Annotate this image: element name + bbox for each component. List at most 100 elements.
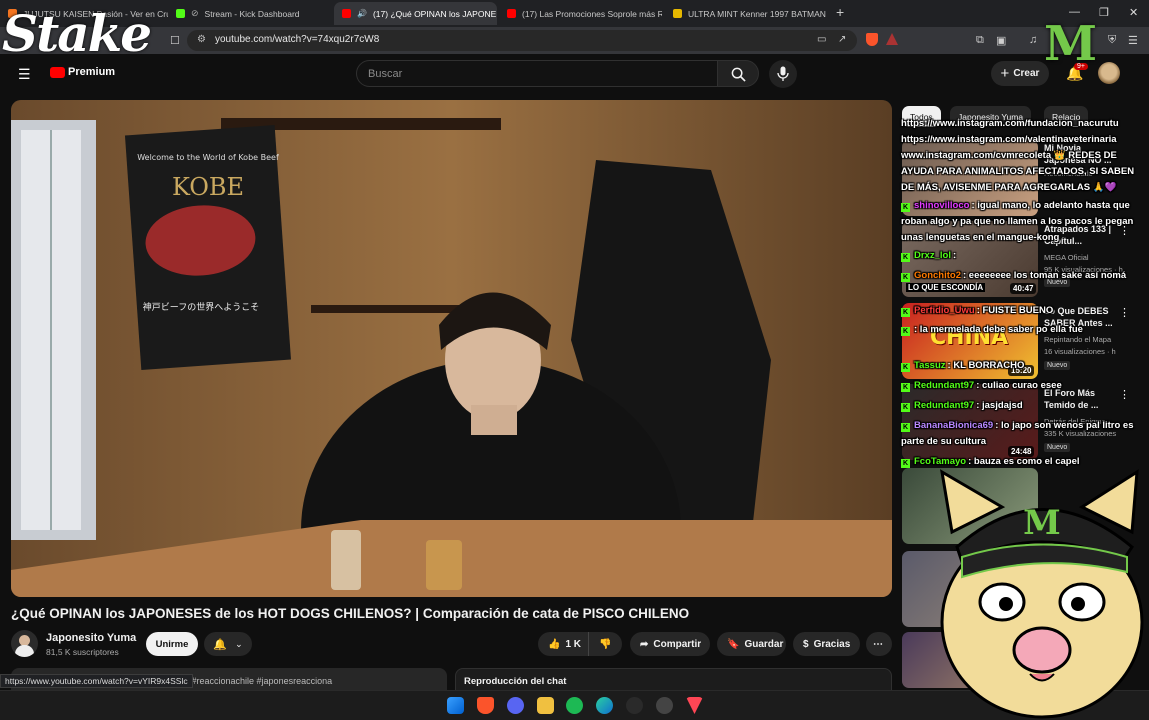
monster-energy-logo: M: [1044, 16, 1098, 72]
join-button[interactable]: Unirme: [146, 632, 198, 656]
brave-browser-icon[interactable]: [477, 697, 494, 714]
audio-icon: 🔊: [357, 9, 367, 18]
search-input[interactable]: Buscar: [356, 60, 718, 87]
chat-message: K Tassuz: KL BORRACHO: [901, 358, 1149, 374]
new-tab-button[interactable]: +: [836, 4, 844, 20]
save-label: Guardar: [744, 638, 784, 650]
sidebar-icon[interactable]: ▣: [996, 34, 1006, 47]
channel-avatar[interactable]: [11, 630, 38, 657]
tab-title: (17) Las Promociones Soprole más R: [522, 8, 662, 19]
plus-icon: +: [1000, 65, 1010, 82]
browser-tab-5[interactable]: ULTRA MINT Kenner 1997 BATMAN: [665, 2, 828, 25]
brave-rewards-icon[interactable]: [886, 33, 898, 45]
video-player[interactable]: Welcome to the World of Kobe Beef KOBE 神…: [11, 100, 892, 597]
kick-badge-icon: K: [901, 253, 910, 262]
create-label: Crear: [1013, 68, 1040, 79]
file-explorer-icon[interactable]: [537, 697, 554, 714]
menu-icon[interactable]: ☰: [1128, 34, 1138, 47]
user-avatar[interactable]: [1098, 62, 1120, 84]
chat-username: Drxz_lol: [914, 250, 951, 261]
mute-icon: ⊘: [191, 8, 199, 18]
valorant-icon[interactable]: [686, 697, 703, 714]
cat-mascot-overlay: M: [939, 469, 1144, 719]
vpn-icon[interactable]: ⛨: [1108, 34, 1116, 47]
channel-name[interactable]: Japonesito Yuma: [46, 632, 136, 644]
kick-badge-icon: K: [901, 363, 910, 372]
browser-tab-4[interactable]: (17) Las Promociones Soprole más R: [499, 2, 662, 25]
like-button[interactable]: 👍 1 K: [538, 632, 588, 656]
share-label: Compartir: [653, 638, 702, 650]
bookmark-icon[interactable]: ☐: [170, 34, 180, 47]
close-window-icon[interactable]: ✕: [1129, 6, 1138, 19]
video-frame: Welcome to the World of Kobe Beef KOBE 神…: [11, 100, 892, 597]
save-button[interactable]: 🔖 Guardar: [717, 632, 786, 656]
brave-shield-icon[interactable]: [866, 33, 878, 46]
chat-username: Redundant97: [914, 400, 975, 411]
cast-icon[interactable]: ▭: [817, 34, 826, 45]
recommendation-views: 16 visualizaciones · h: [1044, 347, 1116, 356]
steam-icon[interactable]: [656, 697, 673, 714]
thanks-icon: $: [803, 638, 809, 650]
chevron-down-icon: ⌄: [235, 638, 243, 649]
chat-message: https://www.instagram.com/fundacion_nacu…: [901, 116, 1149, 196]
dislike-button[interactable]: 👎: [588, 632, 622, 656]
address-bar[interactable]: ⚙ youtube.com/watch?v=74xqu2r7cW8 ▭ ↗: [187, 30, 857, 51]
share-page-icon[interactable]: ↗: [838, 34, 846, 45]
tab-title: Stream - Kick Dashboard: [204, 8, 300, 19]
media-icon[interactable]: ♫: [1029, 34, 1037, 46]
share-button[interactable]: ➦ Compartir: [630, 632, 710, 656]
chat-username: shinovilloco: [914, 200, 970, 211]
description-hashtags[interactable]: ile #reaccionachile #japonesreacciona: [180, 676, 332, 686]
like-count: 1 K: [565, 638, 582, 650]
chat-text: : jasjdajsd: [976, 400, 1023, 411]
chat-username: Gonchito2: [914, 270, 961, 281]
site-info-icon[interactable]: ⚙: [197, 34, 206, 45]
chat-message: K Gonchito2: eeeeeeee los toman sake así …: [901, 268, 1149, 284]
windows-start-icon[interactable]: [447, 697, 464, 714]
chat-username: Redundant97: [914, 380, 975, 391]
voice-search-button[interactable]: [769, 60, 797, 88]
store-favicon-icon: [673, 9, 682, 18]
share-icon: ➦: [640, 638, 649, 650]
discord-icon[interactable]: [507, 697, 524, 714]
youtube-premium-logo[interactable]: Premium: [50, 66, 115, 78]
chat-message: Kshinovilloco: igual mano, lo adelanto h…: [901, 198, 1149, 246]
maximize-icon[interactable]: ❐: [1099, 6, 1109, 19]
chat-replay-label[interactable]: Reproducción del chat: [464, 676, 566, 687]
search-button[interactable]: [717, 60, 759, 87]
chat-message: K BananaBionica69: lo japo son wenos pal …: [901, 418, 1149, 450]
spotify-icon[interactable]: [566, 697, 583, 714]
notification-settings-button[interactable]: 🔔 ⌄: [204, 632, 252, 656]
poster-kobe-text: KOBE: [172, 173, 244, 201]
search-placeholder: Buscar: [368, 68, 403, 80]
browser-tab-3[interactable]: 🔊 (17) ¿Qué OPINAN los JAPONE ✕: [334, 2, 497, 25]
thanks-button[interactable]: $ Gracias: [793, 632, 860, 656]
browser-tab-bar: JUJUTSU KAISEN Pasión - Ver en Cru ⊘ Str…: [0, 0, 1149, 27]
chat-message: K Redundant97: jasjdajsd: [901, 398, 1149, 414]
thumbnail-caption: LO QUE ESCONDÍA: [906, 283, 986, 292]
video-title: ¿Qué OPINAN los JAPONESES de los HOT DOG…: [11, 606, 690, 621]
browser-tab-2[interactable]: ⊘ Stream - Kick Dashboard: [168, 2, 333, 25]
edge-icon[interactable]: [596, 697, 613, 714]
chat-text: : la mermelada debe saber po ella fue: [914, 324, 1083, 335]
thanks-label: Gracias: [813, 638, 851, 650]
obs-icon[interactable]: [626, 697, 643, 714]
kick-badge-icon: K: [901, 308, 910, 317]
chat-username: BananaBionica69: [914, 420, 994, 431]
poster-japanese-text: 神戸ビーフの世界へようこそ: [143, 301, 259, 313]
extensions-icon[interactable]: ⧉: [976, 34, 984, 47]
subscriber-count: 81,5 K suscriptores: [46, 647, 119, 657]
microphone-icon: [777, 66, 789, 81]
status-bar-url: https://www.youtube.com/watch?v=vYIR9x4S…: [0, 674, 193, 688]
chat-text: :: [952, 250, 957, 261]
create-button[interactable]: + Crear: [991, 61, 1049, 86]
bell-icon: 🔔: [213, 638, 228, 651]
hamburger-menu-icon[interactable]: ☰: [18, 66, 31, 83]
kick-badge-icon: K: [901, 273, 910, 282]
more-actions-button[interactable]: ⋯: [866, 632, 892, 656]
search-icon: [731, 67, 746, 82]
youtube-favicon-icon: [342, 9, 351, 18]
poster-welcome-text: Welcome to the World of Kobe Beef: [137, 153, 279, 162]
url-text: youtube.com/watch?v=74xqu2r7cW8: [215, 34, 380, 45]
kick-badge-icon: K: [901, 203, 910, 212]
